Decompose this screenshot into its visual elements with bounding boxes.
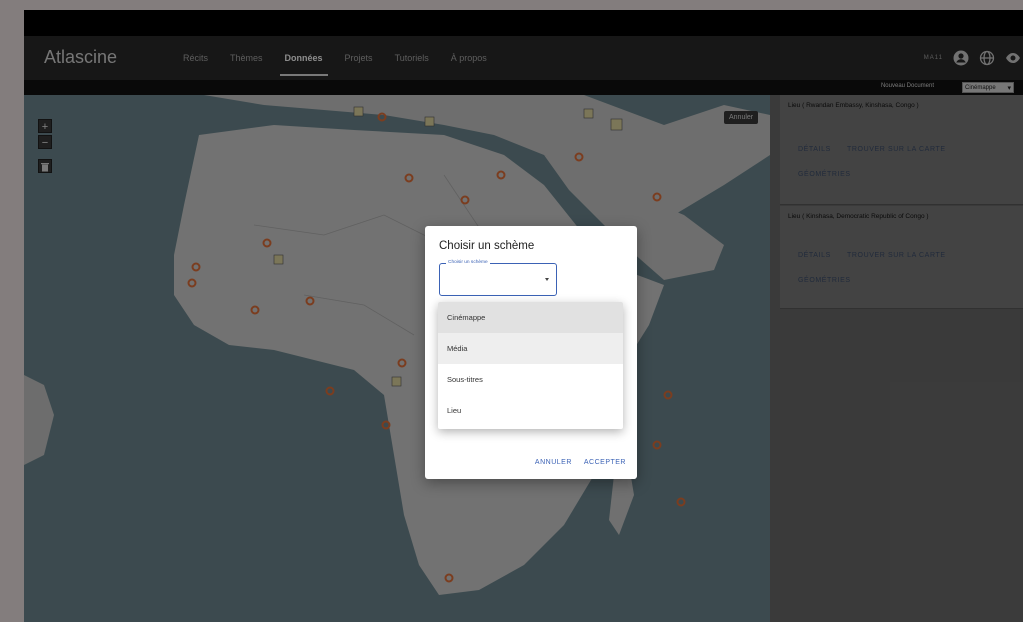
dialog-actions: ANNULER ACCEPTER	[535, 459, 626, 466]
option-media[interactable]: Média	[438, 333, 623, 364]
schema-field-label: Choisir un schème	[446, 260, 490, 265]
cancel-button[interactable]: ANNULER	[535, 459, 572, 466]
accept-button[interactable]: ACCEPTER	[584, 459, 626, 466]
option-sous-titres[interactable]: Sous-titres	[438, 364, 623, 395]
dialog-title: Choisir un schème	[439, 240, 535, 252]
option-cinemappe[interactable]: Cinémappe	[438, 302, 623, 333]
schema-select-field[interactable]: Choisir un schème	[439, 260, 557, 296]
schema-options-menu: Cinémappe Média Sous-titres Lieu	[438, 302, 623, 429]
option-lieu[interactable]: Lieu	[438, 395, 623, 426]
caret-up-icon	[545, 278, 549, 281]
